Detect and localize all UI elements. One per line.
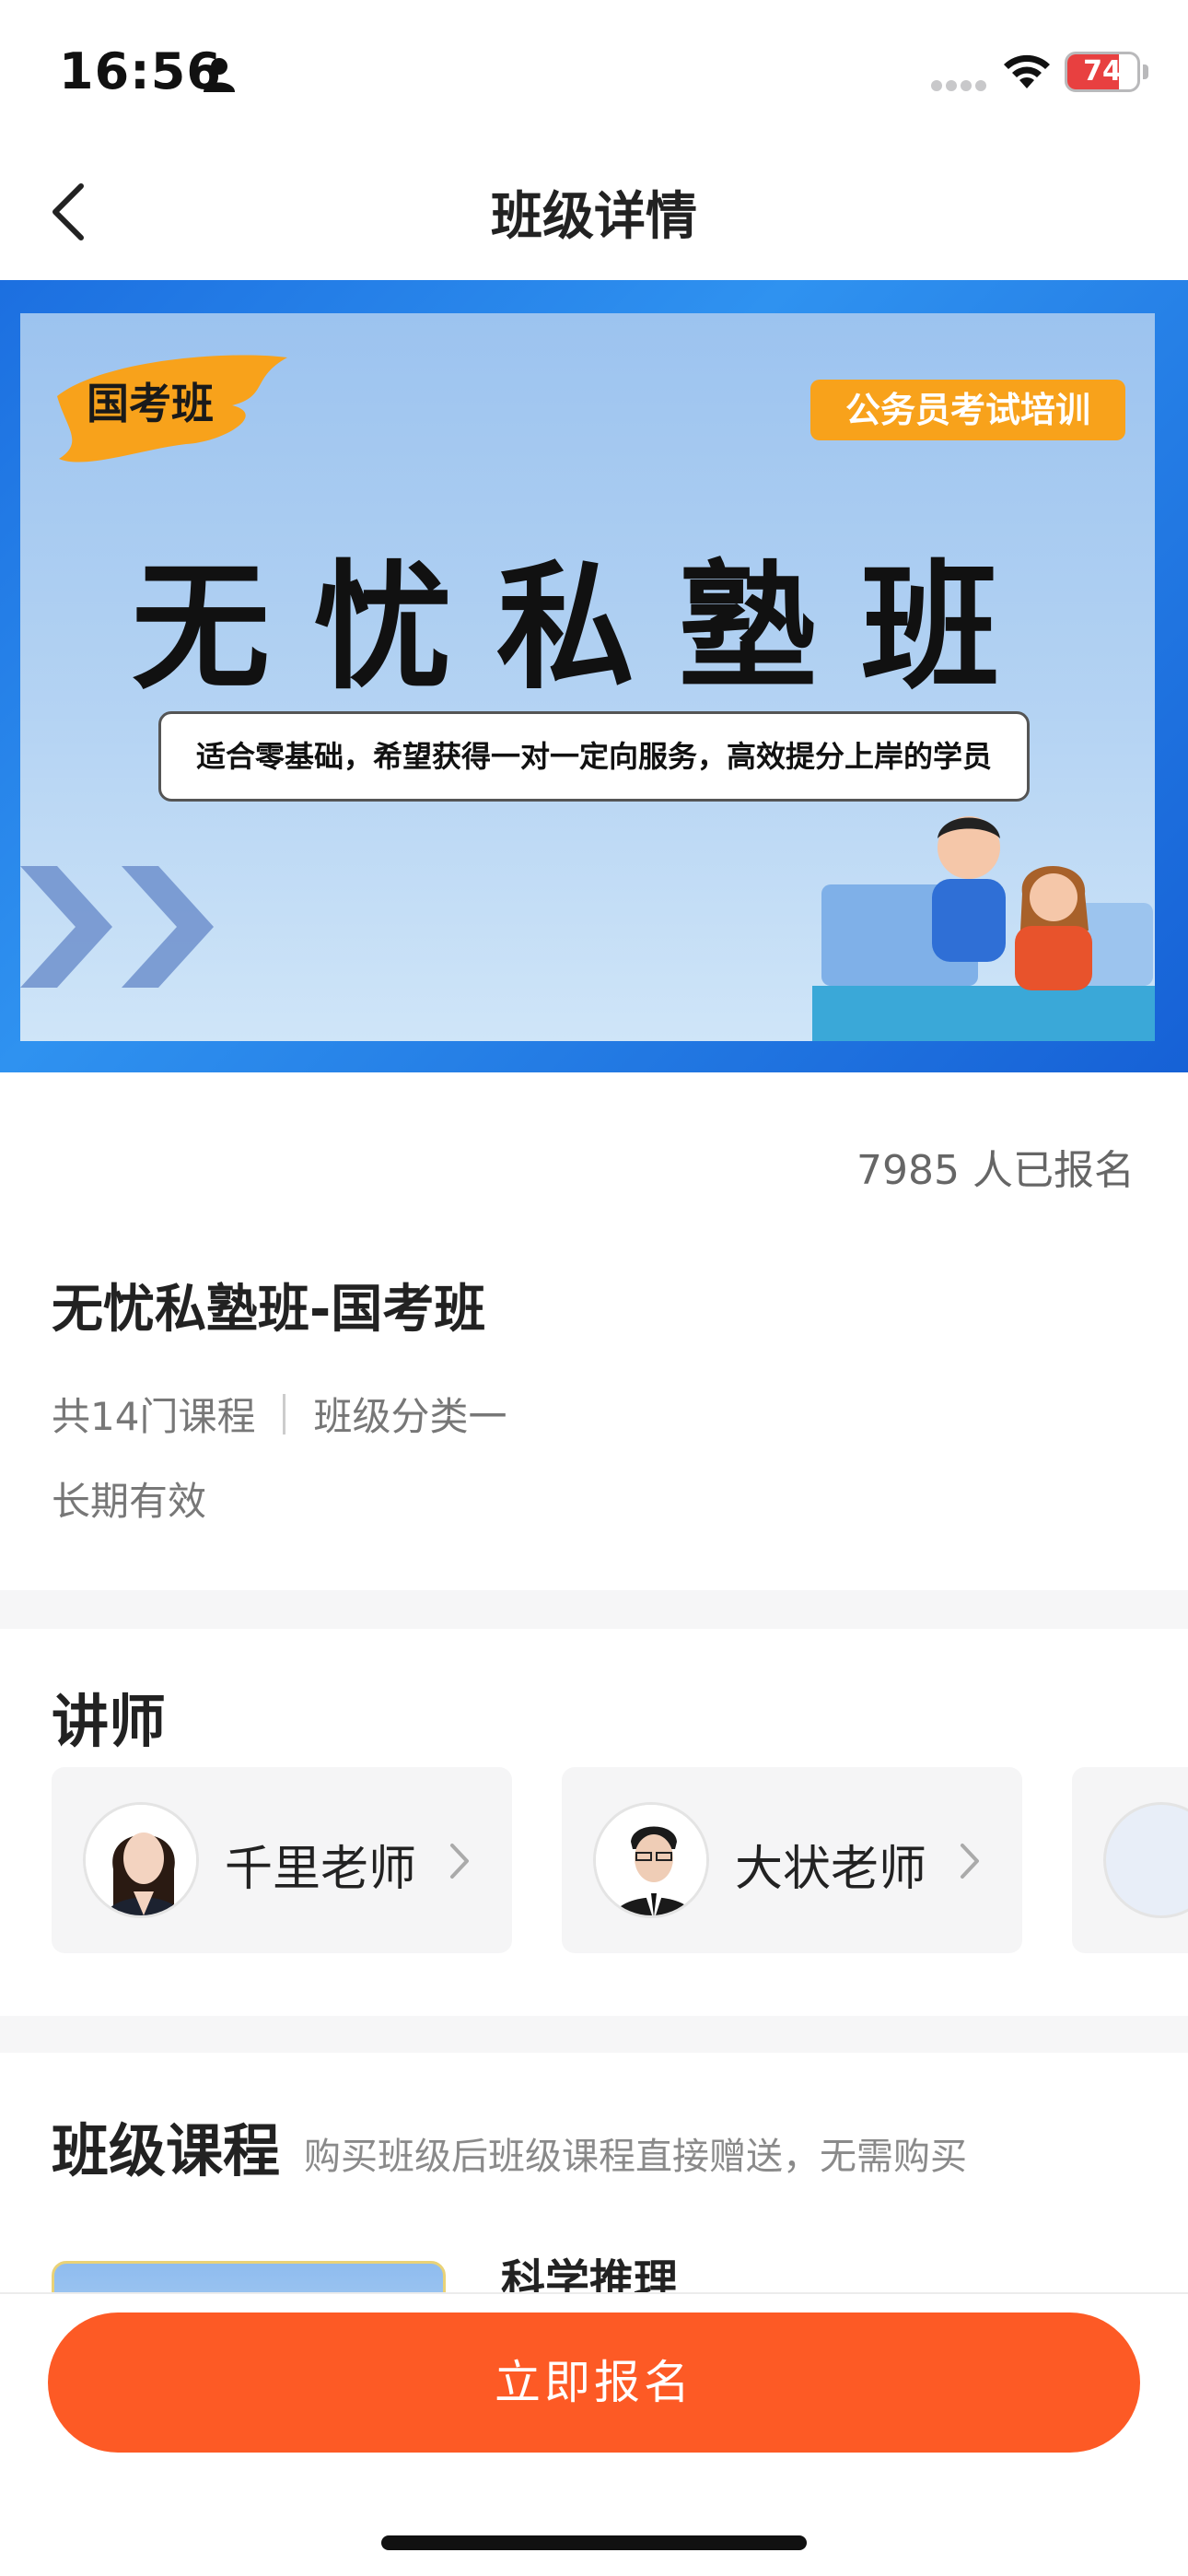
class-title: 无忧私塾班-国考班 — [52, 1280, 486, 1340]
teacher-card[interactable]: 千里老师 — [52, 1767, 512, 1953]
status-time: 16:56 — [59, 42, 222, 100]
teachers-title: 讲师 — [52, 1688, 167, 1755]
double-chevron-decoration — [20, 866, 214, 988]
teacher-name: 千里老师 — [225, 1842, 417, 1897]
battery-level: 74 — [1083, 55, 1122, 88]
banner-tag-left: 国考班 — [87, 379, 214, 428]
person-icon — [204, 58, 235, 92]
enroll-button[interactable]: 立即报名 — [48, 2313, 1140, 2453]
meta-divider — [283, 1393, 286, 1434]
chevron-left-icon[interactable] — [37, 175, 101, 249]
teacher-card[interactable] — [1072, 1767, 1188, 1953]
avatar — [83, 1802, 199, 1918]
students-illustration — [812, 816, 1155, 1041]
battery-cap — [1143, 64, 1148, 79]
nav-bar: 班级详情 — [0, 138, 1188, 280]
avatar — [593, 1802, 709, 1918]
banner-tag-right: 公务员考试培训 — [810, 380, 1125, 440]
battery-icon: 74 — [1065, 52, 1140, 92]
class-info: 7985 人已报名 无忧私塾班-国考班 共14门课程 班级分类一 长期有效 — [0, 1072, 1188, 1590]
banner-poster: 国考班 公务员考试培训 无忧私塾班 适合零基础，希望获得一对一定向服务，高效提分… — [20, 313, 1155, 1041]
chevron-right-icon — [961, 1844, 979, 1879]
teacher-card[interactable]: 大状老师 — [562, 1767, 1022, 1953]
class-category: 班级分类一 — [313, 1394, 507, 1439]
validity-text: 长期有效 — [52, 1479, 207, 1524]
avatar — [1103, 1802, 1188, 1918]
class-meta: 共14门课程 班级分类一 — [52, 1386, 507, 1442]
courses-note: 购买班级后班级课程直接赠送，无需购买 — [304, 2136, 967, 2178]
class-banner: 国考班 公务员考试培训 无忧私塾班 适合零基础，希望获得一对一定向服务，高效提分… — [0, 280, 1188, 1072]
banner-subtitle: 适合零基础，希望获得一对一定向服务，高效提分上岸的学员 — [158, 711, 1030, 802]
teachers-section: 讲师 千里老师 大状老师 — [0, 1629, 1188, 2016]
chevron-right-icon — [450, 1844, 469, 1879]
courses-title: 班级课程 — [52, 2117, 281, 2184]
status-bar: 16:56 74 — [0, 0, 1188, 138]
signal-dots-icon — [931, 80, 986, 91]
enrolled-count: 7985 人已报名 — [856, 1147, 1135, 1194]
page-title: 班级详情 — [491, 187, 697, 247]
banner-headline: 无忧私塾班 — [131, 546, 1043, 708]
wifi-icon — [1004, 54, 1050, 88]
bottom-bar: 立即报名 — [0, 2292, 1188, 2576]
home-indicator — [381, 2535, 807, 2550]
teacher-name: 大状老师 — [735, 1842, 927, 1897]
course-count: 共14门课程 — [52, 1394, 256, 1439]
